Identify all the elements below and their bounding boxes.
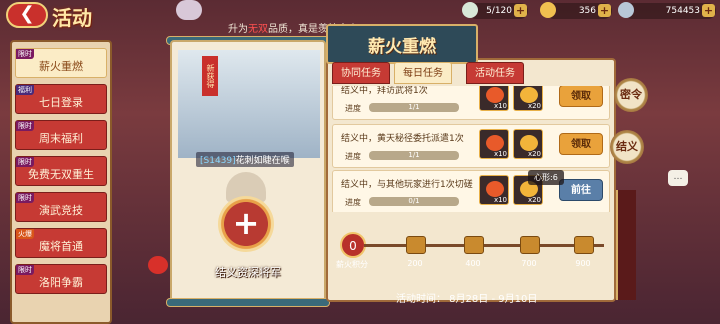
panel-title: 薪火重燃 bbox=[368, 37, 436, 57]
points-label: 薪火积分 bbox=[336, 260, 368, 269]
jade-icon bbox=[462, 2, 478, 18]
chest-icon[interactable] bbox=[574, 236, 594, 254]
add-gold-button[interactable]: + bbox=[598, 4, 611, 17]
gold-resource: 356 + bbox=[540, 2, 612, 19]
reward-slot[interactable]: x10 bbox=[479, 86, 509, 111]
sidebar-item-arena[interactable]: 限时 演武竞技 bbox=[15, 192, 107, 222]
chat-icon[interactable]: … bbox=[668, 170, 688, 186]
new-hero-tag: 新获得 bbox=[202, 56, 218, 96]
jade-resource: 5/120 + bbox=[462, 2, 528, 19]
sidebar-item-xinhuo[interactable]: 限时 薪火重燃 bbox=[15, 48, 107, 78]
sidebar-item-demon[interactable]: 火爆 魔将首通 bbox=[15, 228, 107, 258]
add-silver-button[interactable]: + bbox=[702, 4, 715, 17]
chest-icon[interactable] bbox=[464, 236, 484, 254]
points-track: 0 薪火积分 200 400 700 900 bbox=[334, 232, 610, 272]
chest-icon[interactable] bbox=[520, 236, 540, 254]
go-button[interactable]: 前往 bbox=[559, 179, 603, 201]
points-value: 0 bbox=[340, 232, 366, 258]
avatar[interactable] bbox=[176, 0, 202, 20]
decor-pillar bbox=[616, 190, 636, 300]
add-partner-button[interactable]: + bbox=[218, 196, 274, 252]
tab-daily[interactable]: 每日任务 bbox=[394, 62, 452, 84]
silver-icon bbox=[618, 2, 634, 18]
fire-icon bbox=[486, 135, 504, 151]
claim-button[interactable]: 领取 bbox=[559, 86, 603, 107]
claim-button[interactable]: 领取 bbox=[559, 133, 603, 155]
reward-slot[interactable]: x10 bbox=[479, 129, 509, 159]
scroll-bottom-rod bbox=[166, 298, 330, 307]
activity-time: 活动时间： 8月28日 - 9月10日 bbox=[396, 294, 538, 305]
task-list[interactable]: 结义中，拜访武将1次 进度 1/1 x10 x20 领取 结义中，黄天秘径委托派… bbox=[330, 86, 612, 212]
points-track-line bbox=[364, 244, 604, 247]
tab-coop[interactable]: 协同任务 bbox=[332, 62, 390, 84]
page-title: 活动 bbox=[52, 6, 92, 30]
sidebar-item-weekend[interactable]: 限时 周末福利 bbox=[15, 120, 107, 150]
sidebar-item-rebirth[interactable]: 限时 免费无双重生 bbox=[15, 156, 107, 186]
task-item: 结义中，黄天秘径委托派遣1次 进度 1/1 x10 x20 领取 bbox=[332, 124, 610, 168]
sworn-button[interactable]: 结义 bbox=[610, 130, 644, 164]
partner-slot-label: 结义资深将军 bbox=[215, 266, 281, 279]
gold-icon bbox=[540, 2, 556, 18]
add-jade-button[interactable]: + bbox=[514, 4, 527, 17]
heart-tooltip: 心形:6 bbox=[528, 170, 564, 185]
plus-icon: + bbox=[232, 204, 260, 242]
reward-slot[interactable]: x10 bbox=[479, 175, 509, 205]
activity-sidebar[interactable]: 限时 薪火重燃 福利 七日登录 限时 周末福利 限时 免费无双重生 限时 演武竞… bbox=[10, 40, 112, 324]
sidebar-item-login[interactable]: 福利 七日登录 bbox=[15, 84, 107, 114]
sidebar-item-luoyang[interactable]: 限时 洛阳争霸 bbox=[15, 264, 107, 294]
reward-slot[interactable]: x20 bbox=[513, 86, 543, 111]
task-item: 结义中，与其他玩家进行1次切磋 进度 0/1 x10 x20 前往 bbox=[332, 170, 610, 212]
hero-name: [S1439]花刺如睫在喉 bbox=[196, 152, 294, 167]
silver-resource: 754453 + bbox=[618, 2, 716, 19]
reward-slot[interactable]: x20 bbox=[513, 129, 543, 159]
secret-order-button[interactable]: 密令 bbox=[614, 78, 648, 112]
lucky-bag-icon[interactable] bbox=[148, 256, 168, 274]
task-item: 结义中，拜访武将1次 进度 1/1 x10 x20 领取 bbox=[332, 86, 610, 120]
gold-ingot-icon bbox=[520, 135, 538, 151]
back-arrow-icon: ❮ bbox=[19, 3, 35, 24]
chest-icon[interactable] bbox=[406, 236, 426, 254]
gold-ingot-icon bbox=[520, 87, 538, 103]
back-button[interactable]: ❮ bbox=[6, 2, 48, 28]
tab-event[interactable]: 活动任务 bbox=[466, 62, 524, 84]
fire-icon bbox=[486, 87, 504, 103]
hero-portrait[interactable] bbox=[178, 50, 320, 158]
fire-icon bbox=[486, 181, 504, 197]
